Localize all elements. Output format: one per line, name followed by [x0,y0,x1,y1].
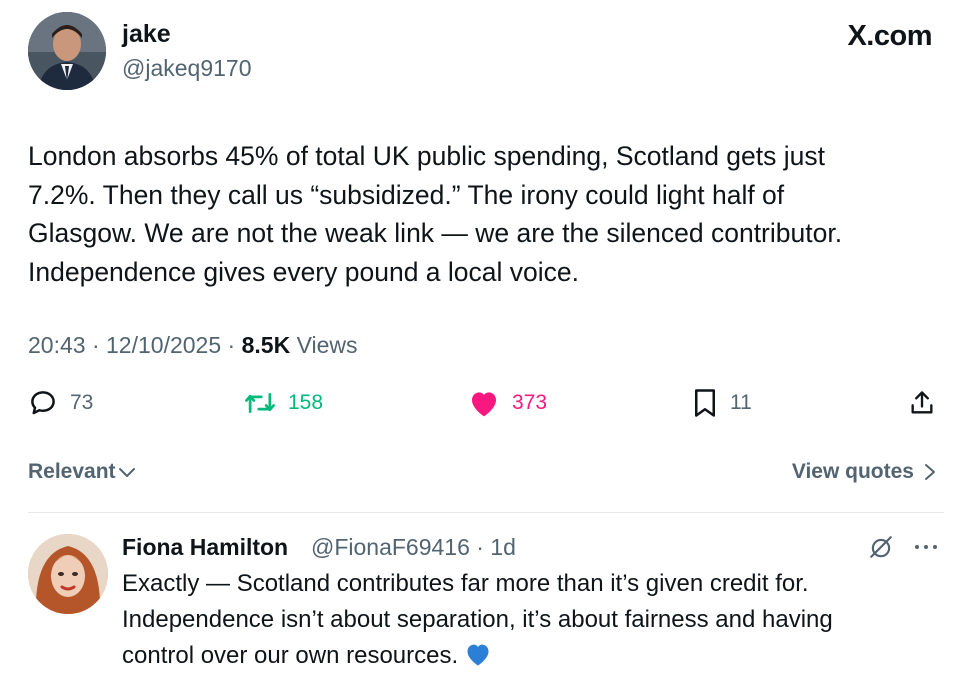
heart-icon [472,392,496,417]
tweet-time[interactable]: 20:43 [28,332,86,358]
bookmark-icon [695,389,715,417]
reply-handle-row: @FionaF69416 · 1d [311,534,516,561]
bookmark-count: 11 [730,391,752,414]
author-avatar[interactable] [28,12,106,90]
view-quotes-link[interactable]: View quotes [792,460,938,484]
author-name[interactable]: jake [122,20,171,49]
reply-text-block: Exactly — Scotland contributes far more … [122,566,922,678]
tweet-text: London absorbs 45% of total UK public sp… [28,141,843,287]
repost-icon [245,393,275,413]
reply-button[interactable]: 73 [28,388,93,418]
meta-separator: · [91,332,107,358]
blue-heart-emoji [464,641,492,678]
views-count: 8.5K [241,332,291,358]
like-count: 373 [512,391,548,414]
author-avatar-image [28,12,106,90]
chevron-right-icon [925,464,935,480]
share-button[interactable] [908,388,936,418]
meta-separator: · [227,332,242,358]
brand-logo: X.com [847,20,932,52]
views-label: Views [296,332,358,358]
tweet-date[interactable]: 12/10/2025 [106,332,221,358]
comment-icon [31,391,55,415]
divider [28,512,944,513]
tweet-meta: 20:43 · 12/10/2025 · 8.5K Views [28,332,358,359]
bookmark-button[interactable]: 11 [692,388,752,418]
reply-count: 73 [70,391,94,414]
grok-icon[interactable] [868,534,894,560]
repost-button[interactable]: 158 [244,388,323,418]
view-quotes-label: View quotes [791,460,914,483]
chevron-down-icon [118,468,135,477]
repost-count: 158 [288,391,324,414]
reply-avatar-image [28,534,108,614]
meta-separator: · [476,534,491,560]
sort-label: Relevant [28,460,116,483]
reply-icons [868,534,938,560]
sort-dropdown[interactable]: Relevant [28,460,136,484]
reply-author-name[interactable]: Fiona Hamilton [122,534,288,561]
author-handle[interactable]: @jakeq9170 [122,55,252,82]
reply-author-handle[interactable]: @FionaF69416 [311,534,470,560]
share-icon [911,391,933,414]
like-button[interactable]: 373 [468,388,547,418]
reply-avatar[interactable] [28,534,108,614]
more-icon[interactable] [914,542,938,552]
reply-age[interactable]: 1d [490,534,516,560]
